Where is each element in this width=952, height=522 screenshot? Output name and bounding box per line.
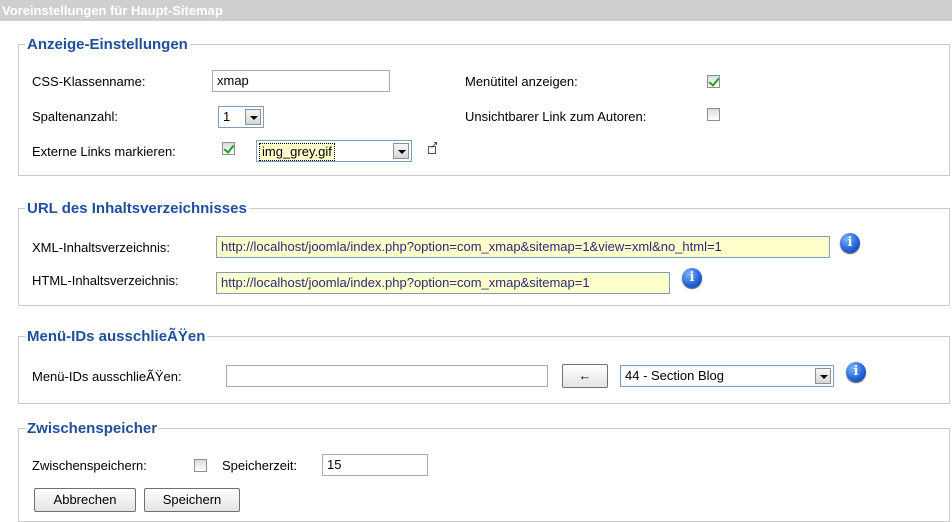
columns-label: Spaltenanzahl:	[32, 109, 119, 124]
cache-label: Zwischenspeichern:	[32, 458, 147, 473]
add-menu-id-button[interactable]: ←	[562, 364, 608, 388]
menu-id-select-value: 44 - Section Blog	[625, 368, 725, 383]
exclude-menu-label: Menü-IDs ausschlieÃŸen:	[32, 369, 182, 384]
css-class-input[interactable]: xmap	[212, 70, 390, 92]
cancel-button[interactable]: Abbrechen	[34, 488, 136, 512]
xml-sitemap-label: XML-Inhaltsverzeichnis:	[32, 240, 170, 255]
external-link-icon	[428, 140, 438, 154]
columns-select-value: 1	[223, 109, 231, 124]
html-sitemap-label: HTML-Inhaltsverzeichnis:	[32, 273, 179, 288]
exclude-menu-input[interactable]	[226, 365, 548, 387]
display-settings-legend: Anzeige-Einstellungen	[27, 36, 188, 53]
cache-legend: Zwischenspeicher	[27, 420, 158, 437]
css-class-label: CSS-Klassenname:	[32, 74, 146, 89]
columns-select[interactable]: 1	[218, 106, 264, 128]
external-image-select[interactable]: img_grey.gif	[256, 140, 412, 162]
menu-title-label: Menütitel anzeigen:	[465, 74, 578, 89]
chevron-down-icon[interactable]	[393, 143, 409, 159]
cache-time-label: Speicherzeit:	[222, 458, 298, 473]
html-sitemap-input[interactable]: http://localhost/joomla/index.php?option…	[216, 272, 670, 294]
chevron-down-icon[interactable]	[815, 368, 831, 384]
chevron-down-icon[interactable]	[245, 109, 261, 125]
info-icon[interactable]: i	[682, 268, 702, 288]
exclude-menu-legend: Menü-IDs ausschlieÃŸen	[27, 328, 206, 345]
external-links-label: Externe Links markieren:	[32, 144, 176, 159]
external-links-checkbox[interactable]	[222, 142, 235, 155]
window-title: Voreinstellungen für Haupt-Sitemap	[0, 0, 952, 21]
cache-time-input[interactable]: 15	[322, 454, 428, 476]
menu-title-checkbox[interactable]	[707, 75, 720, 88]
author-link-label: Unsichtbarer Link zum Autoren:	[465, 109, 647, 124]
menu-id-select[interactable]: 44 - Section Blog	[620, 365, 834, 387]
url-legend: URL des Inhaltsverzeichnisses	[27, 200, 247, 217]
external-image-select-value: img_grey.gif	[259, 143, 335, 161]
cache-checkbox[interactable]	[194, 459, 207, 472]
info-icon[interactable]: i	[846, 362, 866, 382]
author-link-checkbox[interactable]	[707, 108, 720, 121]
xml-sitemap-input[interactable]: http://localhost/joomla/index.php?option…	[216, 236, 830, 258]
save-button[interactable]: Speichern	[144, 488, 240, 512]
info-icon[interactable]: i	[840, 233, 860, 253]
